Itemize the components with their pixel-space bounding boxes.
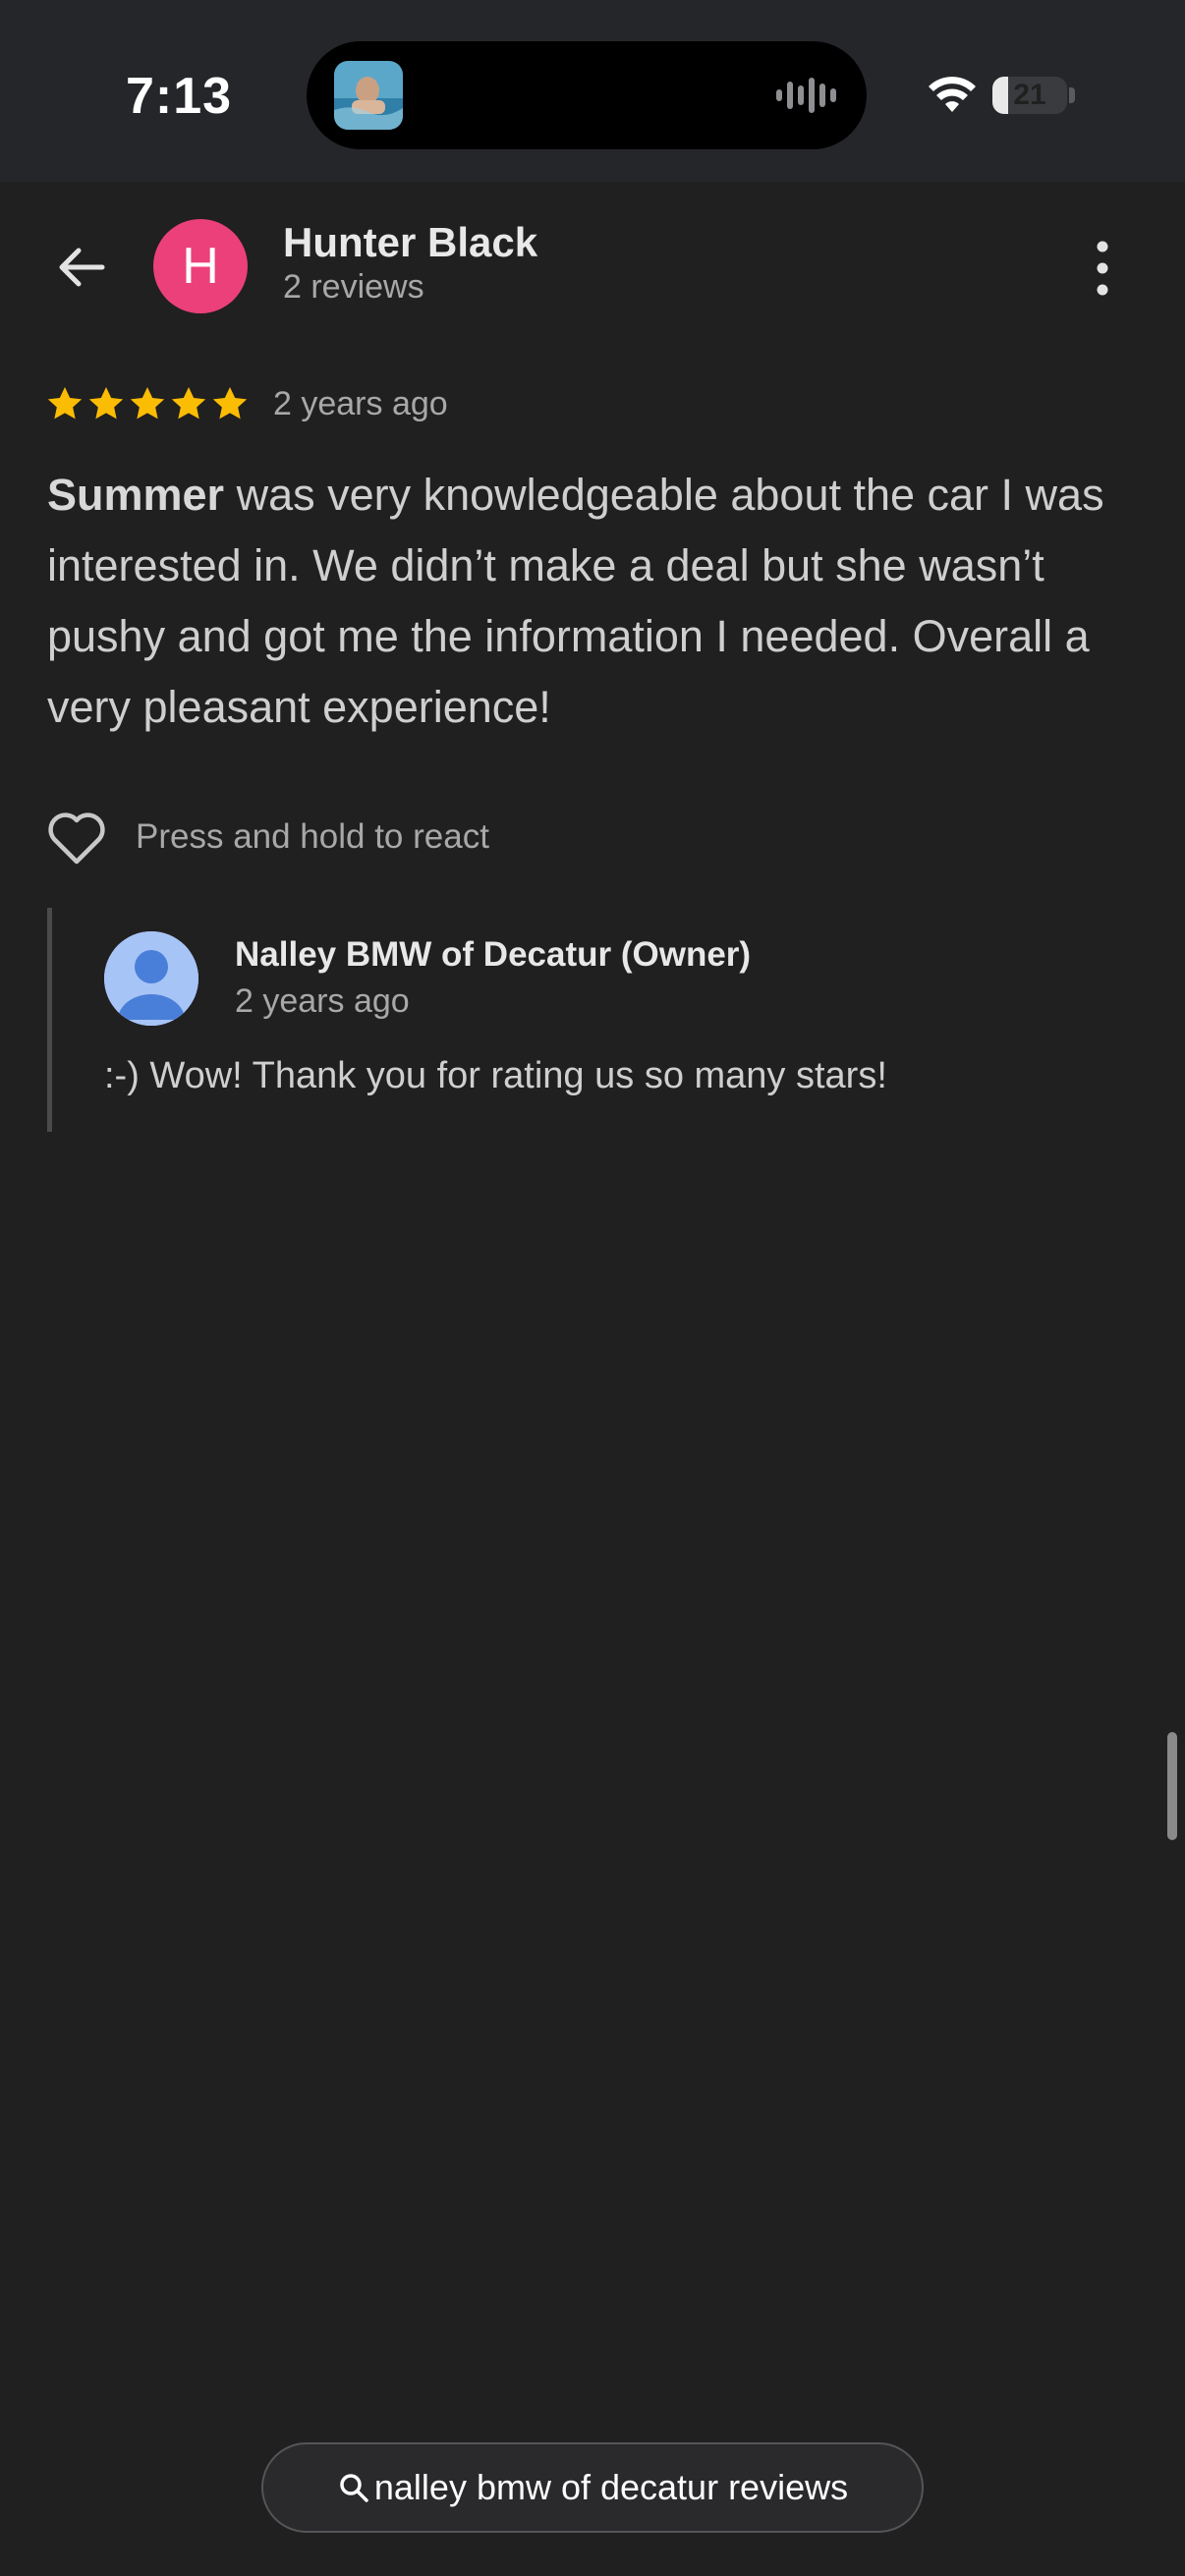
status-time: 7:13 [126,68,233,125]
react-hint: Press and hold to react [136,817,489,856]
owner-reply-text: :-) Wow! Thank you for rating us so many… [104,1055,887,1096]
heart-outline-icon[interactable] [45,809,108,866]
owner-avatar [104,931,198,1026]
wifi-icon [929,77,976,112]
battery-level: 21 [1013,79,1046,111]
search-icon [340,2474,368,2502]
more-options-icon[interactable] [1085,237,1120,300]
review-body: Summer was very knowledgeable about the … [47,460,1148,743]
audio-waveform-icon [776,78,836,113]
battery-cap [1069,87,1075,103]
star-icon [171,387,206,420]
dynamic-island[interactable] [307,41,867,149]
star-icon [47,387,83,420]
bottom-search-pill[interactable]: nalley bmw of decatur reviews [261,2442,924,2533]
reviewer-avatar[interactable]: H [153,219,248,313]
battery-indicator: 21 [992,77,1067,114]
review-header: H Hunter Black 2 reviews [0,182,1185,349]
star-icon [212,387,248,420]
back-arrow-icon[interactable] [47,233,116,302]
star-icon [88,387,124,420]
now-playing-thumbnail [334,61,403,130]
star-rating [45,384,250,423]
owner-reply-date: 2 years ago [235,982,410,1020]
rating-row: 2 years ago [45,379,448,428]
owner-name: Nalley BMW of Decatur (Owner) [235,935,752,974]
status-bar: 7:13 21 [0,0,1185,182]
review-date: 2 years ago [273,384,448,422]
reviewer-review-count: 2 reviews [283,268,424,306]
react-row[interactable]: Press and hold to react [45,806,489,868]
search-query: nalley bmw of decatur reviews [373,2467,849,2507]
reviewer-name[interactable]: Hunter Black [283,219,537,266]
review-highlight: Summer [47,470,225,520]
star-icon [130,387,165,420]
owner-reply: Nalley BMW of Decatur (Owner) 2 years ag… [47,908,1148,1132]
scrollbar-thumb[interactable] [1167,1732,1177,1840]
